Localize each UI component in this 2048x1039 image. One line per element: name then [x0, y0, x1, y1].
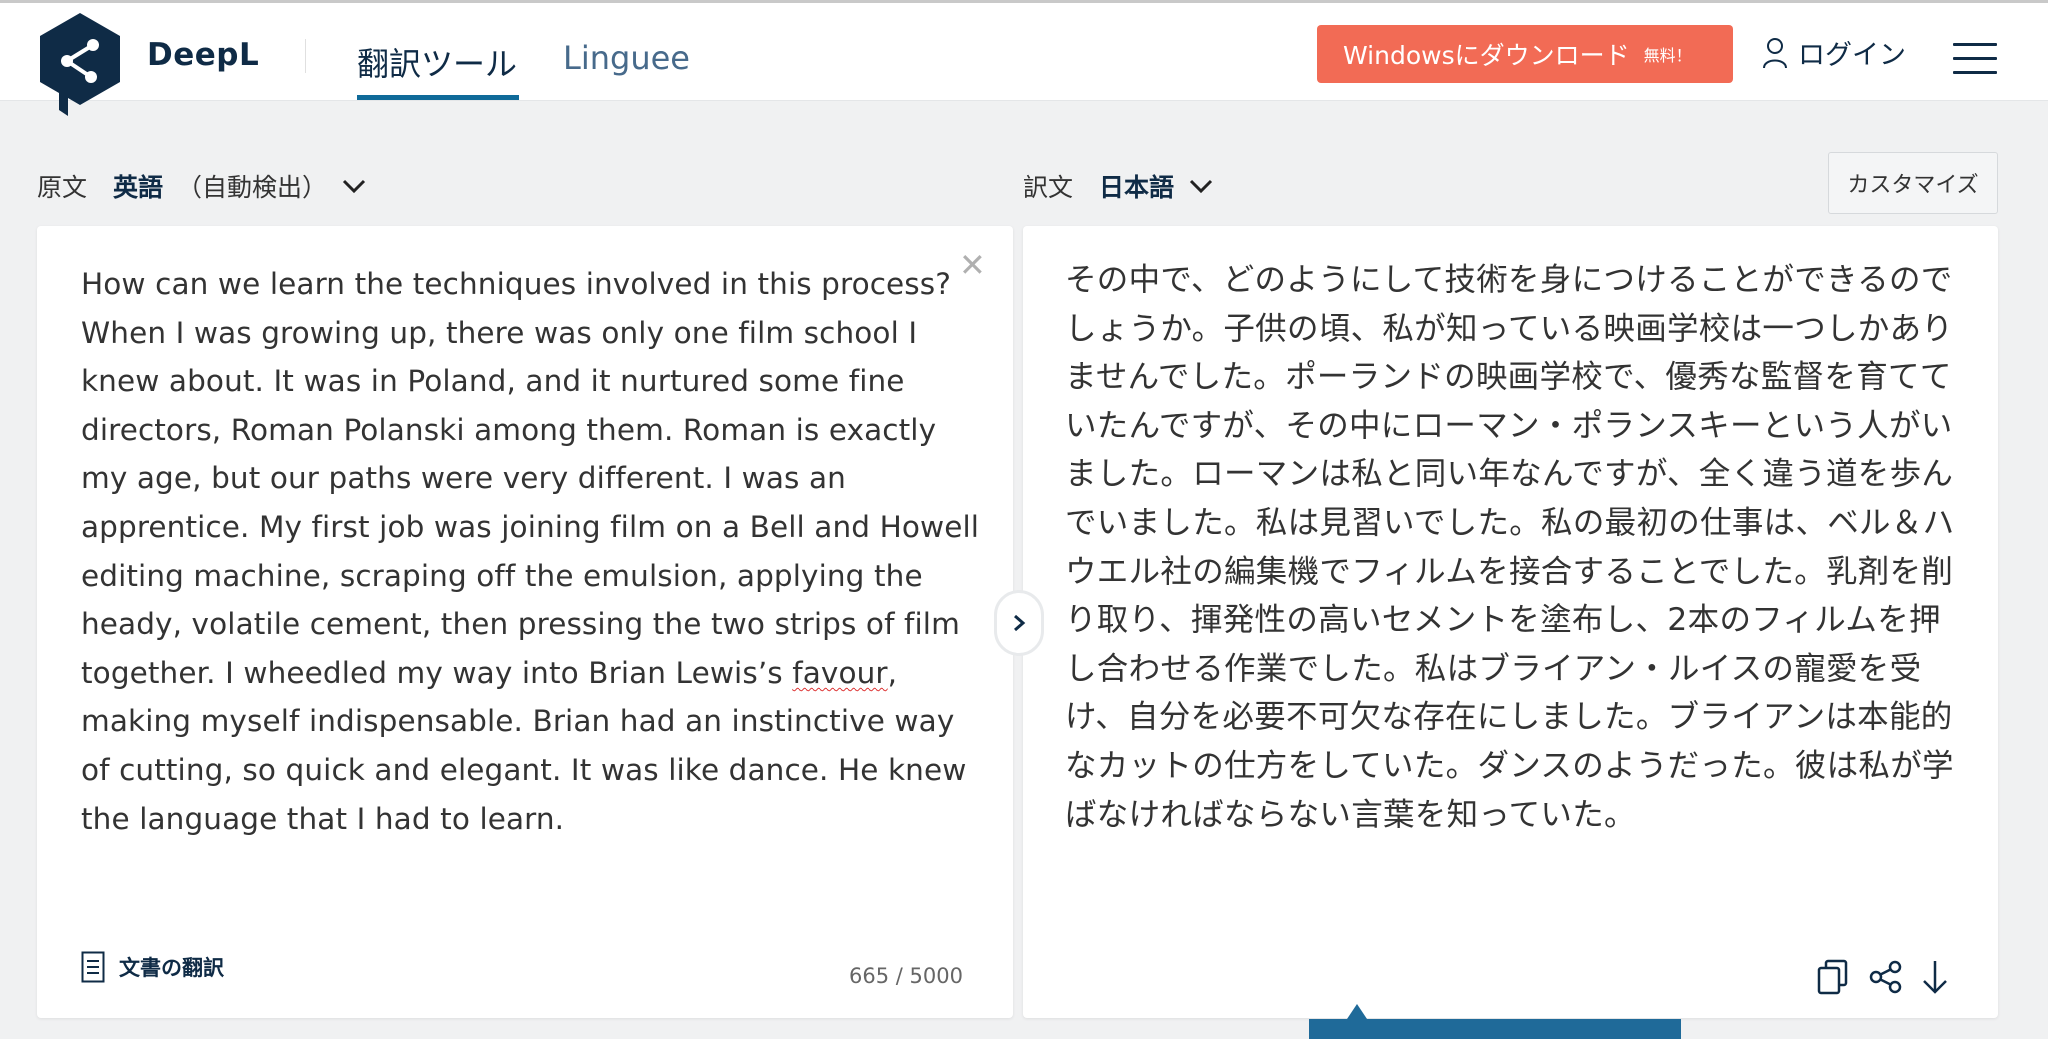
login-button[interactable]: ログイン	[1762, 33, 1906, 72]
login-label: ログイン	[1798, 40, 1906, 71]
translate-document-label: 文書の翻訳	[119, 956, 224, 980]
target-language-select[interactable]: 日本語	[1099, 168, 1174, 204]
source-language-bar: 原文 英語 （自動検出）	[37, 168, 367, 204]
tooltip-banner	[1309, 1019, 1681, 1039]
source-label: 原文	[37, 173, 88, 202]
source-text-input[interactable]: How can we learn the techniques involved…	[81, 260, 991, 843]
tab-linguee[interactable]: Linguee	[563, 39, 690, 77]
target-text-panel: その中で、どのようにして技術を身につけることができるのでしょうか。子供の頃、私が…	[1023, 226, 1998, 1018]
download-windows-button[interactable]: Windowsにダウンロード 無料！	[1317, 25, 1733, 83]
translate-document-button[interactable]: 文書の翻訳	[81, 951, 224, 983]
copy-icon[interactable]	[1817, 959, 1849, 995]
user-icon	[1763, 37, 1787, 68]
character-count: 665 / 5000	[849, 964, 963, 988]
source-language-select[interactable]: 英語	[113, 168, 163, 204]
deepl-logo-icon[interactable]	[37, 11, 123, 118]
active-tab-underline	[357, 95, 519, 100]
source-auto-detect[interactable]: （自動検出）	[177, 168, 327, 204]
target-language-bar: 訳文 日本語	[1023, 168, 1214, 204]
tooltip-pointer	[1347, 1004, 1367, 1019]
source-text-part1: How can we learn the techniques involved…	[81, 267, 980, 690]
target-label: 訳文	[1023, 173, 1074, 202]
hamburger-menu-icon[interactable]	[1953, 43, 1997, 77]
misspelled-word[interactable]: favour	[792, 656, 887, 690]
customize-button[interactable]: カスタマイズ	[1828, 152, 1998, 214]
translation-output[interactable]: その中で、どのようにして技術を身につけることができるのでしょうか。子供の頃、私が…	[1065, 256, 1965, 839]
close-icon[interactable]: ✕	[959, 246, 986, 284]
header-divider	[305, 39, 306, 73]
download-button-label: Windowsにダウンロード	[1343, 41, 1630, 70]
tab-translator[interactable]: 翻訳ツール	[357, 39, 517, 85]
panel-toggle-button[interactable]	[994, 590, 1044, 656]
source-text-panel: How can we learn the techniques involved…	[37, 226, 1013, 1018]
site-header: DeepL 翻訳ツール Linguee Windowsにダウンロード 無料！ ロ…	[0, 3, 2048, 116]
download-icon[interactable]	[1921, 959, 1949, 995]
chevron-down-icon[interactable]	[341, 178, 367, 194]
share-icon[interactable]	[1869, 960, 1903, 994]
document-icon	[81, 951, 105, 983]
chevron-down-icon[interactable]	[1188, 178, 1214, 194]
chevron-right-icon	[1014, 614, 1026, 632]
download-free-badge: 無料！	[1643, 46, 1692, 65]
brand-name[interactable]: DeepL	[147, 37, 259, 73]
